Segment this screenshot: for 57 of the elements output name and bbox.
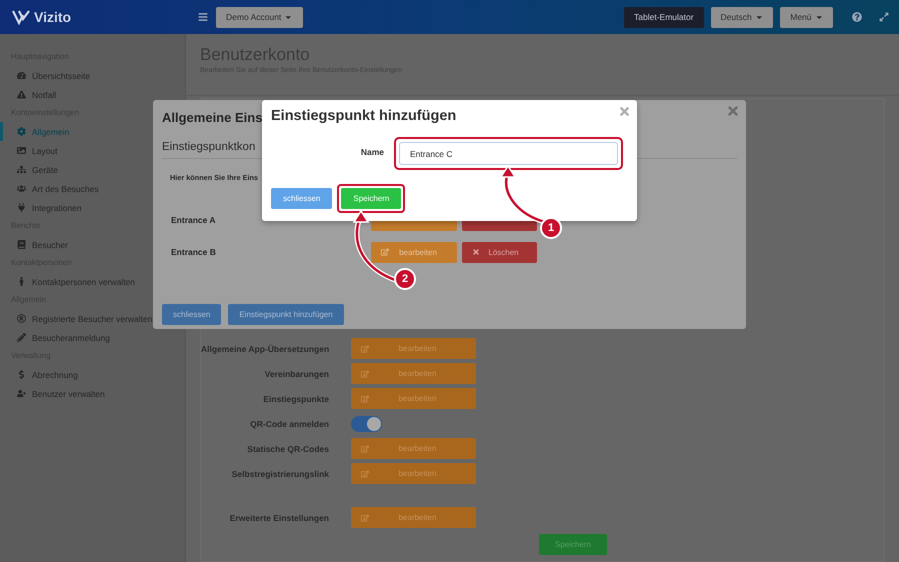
- delete-button[interactable]: Löschen: [462, 242, 537, 262]
- setting-label: Einstiegspunkte: [262, 394, 329, 404]
- edit-button[interactable]: bearbeiten: [351, 438, 476, 459]
- nav-icon: [17, 203, 26, 212]
- setting-label: Erweiterte Einstellungen: [228, 512, 329, 522]
- logo-text: Vizito: [34, 9, 72, 25]
- logo-icon: [12, 9, 30, 25]
- entry-name: Entrance B: [171, 247, 217, 257]
- dropdown-button[interactable]: Menü: [780, 6, 833, 28]
- menu-icon[interactable]: [198, 12, 208, 22]
- setting-label: Selbstregistrierungslink: [230, 468, 329, 478]
- edit-button[interactable]: bearbeiten: [351, 363, 476, 384]
- nav-icon: [17, 71, 26, 80]
- edit-button[interactable]: bearbeiten: [351, 463, 476, 484]
- nav-icon: [17, 184, 26, 193]
- save-button[interactable]: Speichern: [539, 534, 607, 555]
- setting-label: Statische QR-Codes: [246, 444, 329, 454]
- setting-label: Allgemeine App-Übersetzungen: [201, 344, 329, 354]
- edit-button[interactable]: bearbeiten: [351, 388, 476, 409]
- entry-name: Entrance A: [171, 215, 217, 225]
- nav-icon: [17, 146, 26, 155]
- nav-icon: [17, 165, 26, 174]
- setting-label: QR-Code anmelden: [249, 418, 329, 428]
- nav-icon: [17, 333, 26, 342]
- dialog-title: Einstiegspunkt hinzufügen: [271, 108, 456, 126]
- add-button[interactable]: Einstiegspunkt hinzufügen: [228, 304, 344, 325]
- name-input[interactable]: Entrance C: [399, 142, 618, 165]
- nav-icon: [17, 370, 26, 379]
- close-button[interactable]: schliessen: [271, 188, 332, 209]
- nav-icon: [17, 127, 26, 136]
- save-button[interactable]: Speichern: [341, 188, 402, 209]
- edit-icon: [361, 514, 369, 522]
- toggle-switch[interactable]: [351, 416, 382, 432]
- setting-label: Vereinbarungen: [264, 368, 329, 378]
- help-icon[interactable]: [852, 12, 862, 22]
- edit-icon: [361, 370, 369, 378]
- nav-icon: [17, 277, 26, 286]
- account-dropdown[interactable]: Demo Account: [216, 6, 303, 28]
- expand-icon[interactable]: [879, 12, 889, 22]
- edit-icon: [361, 344, 369, 352]
- close-button[interactable]: schliessen: [162, 304, 222, 325]
- edit-icon: [361, 444, 369, 452]
- dropdown-button[interactable]: Deutsch: [710, 6, 774, 28]
- nav-icon: [17, 90, 26, 99]
- emulator-button[interactable]: Tablet-Emulator: [624, 6, 704, 28]
- cross-icon: [472, 248, 480, 256]
- edit-button[interactable]: bearbeiten: [351, 507, 476, 528]
- edit-icon: [361, 470, 369, 478]
- field-label: Name: [360, 146, 384, 157]
- nav-icon: [17, 240, 26, 249]
- nav-icon: [17, 314, 26, 323]
- dialog-subtitle: Einstiegspunktkon: [162, 141, 256, 153]
- edit-button[interactable]: bearbeiten: [351, 338, 476, 359]
- nav-icon: [17, 389, 26, 398]
- edit-icon: [361, 394, 369, 402]
- edit-icon: [381, 248, 389, 256]
- edit-button[interactable]: bearbeiten: [371, 242, 457, 262]
